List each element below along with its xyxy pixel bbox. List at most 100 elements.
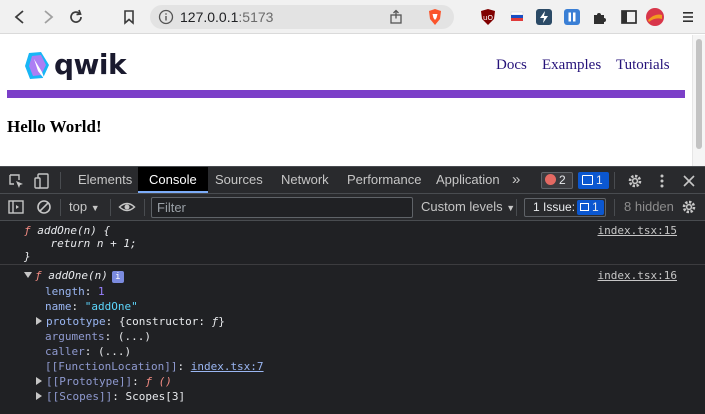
browser-toolbar: 127.0.0.1:5173 uO [0,0,705,34]
property-row[interactable]: name: "addOne" [45,299,138,314]
property-key: [[Scopes]] [46,390,113,403]
expand-triangle-icon[interactable] [24,272,32,278]
property-row[interactable]: arguments: (...) [45,329,151,344]
property-row[interactable]: caller: (...) [45,344,131,359]
url-host: 127.0.0.1 [180,9,239,25]
tab-sources[interactable]: Sources [204,167,274,193]
toolbar-divider [614,172,615,189]
menu-icon[interactable] [678,7,698,27]
forward-icon[interactable] [38,7,58,27]
clear-console-icon[interactable] [35,198,53,216]
toolbar-divider [60,172,61,189]
sidebar-toggle-icon[interactable] [619,7,639,27]
filter-field[interactable] [151,197,413,218]
profile-avatar-icon[interactable] [645,7,665,27]
property-row[interactable]: length: 1 [45,284,105,299]
logo-text[interactable]: qwik [54,48,127,81]
ublock-extension-icon[interactable]: uO [478,7,498,27]
inspect-element-icon[interactable] [7,172,25,190]
reload-icon[interactable] [66,7,86,27]
console-settings-gear-icon[interactable] [680,198,698,216]
url-text: 127.0.0.1:5173 [180,9,273,25]
settings-gear-icon[interactable] [626,172,644,190]
flag-extension-icon[interactable] [507,7,527,27]
address-bar[interactable]: 127.0.0.1:5173 [150,5,454,29]
more-options-icon[interactable] [653,172,671,190]
code-line: } [24,250,31,263]
site-info-icon[interactable] [158,9,174,25]
toolbar-divider [60,199,61,216]
tab-elements[interactable]: Elements [67,167,143,193]
error-count-badge[interactable]: 2 [541,172,573,189]
expand-triangle-icon[interactable] [36,317,42,325]
property-key: name [45,300,72,313]
header-divider [7,90,685,98]
property-value-open: {constructor: [118,315,212,328]
bolt-extension-icon[interactable] [534,7,554,27]
share-icon[interactable] [388,9,404,25]
issues-button[interactable]: 1 Issue: 1 [524,198,606,217]
property-row[interactable]: [[FunctionLocation]]: index.tsx:7 [45,359,264,374]
info-badge[interactable]: i [111,271,124,283]
nav-link-tutorials[interactable]: Tutorials [616,57,670,74]
nav-link-examples[interactable]: Examples [542,57,601,74]
qwik-logo-icon[interactable] [24,51,50,81]
back-icon[interactable] [10,7,30,27]
log-levels-dropdown[interactable]: Custom levels ▼ [421,199,515,214]
brave-shields-icon[interactable] [426,8,444,26]
issues-label: 1 Issue: [533,200,576,214]
tab-console[interactable]: Console [138,167,208,193]
function-location-link[interactable]: index.tsx:7 [191,360,264,373]
extensions-puzzle-icon[interactable] [590,7,610,27]
show-sidebar-icon[interactable] [7,198,25,216]
property-row[interactable]: [[Scopes]]: Scopes[3] [36,389,185,404]
function-keyword: ƒ [35,269,42,282]
tab-network[interactable]: Network [270,167,340,193]
tab-performance[interactable]: Performance [336,167,432,193]
property-value: ƒ () [145,375,172,388]
more-tabs-button[interactable]: » [512,167,520,193]
page-scrollbar[interactable] [692,35,705,166]
devtools-panel: Elements Console Sources Network Perform… [0,166,705,414]
scrollbar-thumb[interactable] [696,39,702,149]
expand-triangle-icon[interactable] [36,377,42,385]
property-key: prototype [46,315,106,328]
log-levels-label: Custom levels [421,199,503,214]
property-row[interactable]: [[Prototype]]: ƒ () [36,374,172,389]
source-link[interactable]: index.tsx:15 [598,224,677,237]
page-content: qwik Docs Examples Tutorials Hello World… [0,35,692,166]
property-value: Scopes[3] [125,390,186,403]
console-output: index.tsx:15 ƒ addOne(n) { return n + 1;… [0,221,705,414]
property-value-close: } [218,315,225,328]
pause-extension-icon[interactable] [562,7,582,27]
toolbar-divider [614,199,615,216]
message-count-badge[interactable]: 1 [578,172,609,189]
object-header[interactable]: ƒ addOne(n) i [24,268,124,283]
message-count: 1 [596,173,603,187]
chevron-down-icon: ▼ [506,203,516,213]
property-key: [[FunctionLocation]] [45,360,178,373]
live-expression-eye-icon[interactable] [118,198,136,216]
bookmark-icon[interactable] [119,7,139,27]
context-label: top [69,199,88,214]
property-key: length [45,285,85,298]
toolbar-divider [110,199,111,216]
property-value[interactable]: (...) [118,330,151,343]
close-devtools-icon[interactable] [680,172,698,190]
console-message[interactable]: index.tsx:15 ƒ addOne(n) { return n + 1;… [0,221,705,265]
source-link[interactable]: index.tsx:16 [598,269,677,282]
issues-count-chip: 1 [577,200,604,215]
device-toolbar-icon[interactable] [33,172,51,190]
console-message[interactable]: index.tsx:16 ƒ addOne(n) i length: 1 name… [0,266,705,414]
function-signature: addOne(n) [41,269,108,282]
property-row[interactable]: prototype: {constructor: ƒ} [36,314,225,329]
property-key: [[Prototype]] [46,375,133,388]
tab-application[interactable]: Application [425,167,511,193]
expand-triangle-icon[interactable] [36,392,42,400]
property-key: arguments [45,330,105,343]
hidden-count: 8 hidden [624,199,674,214]
nav-link-docs[interactable]: Docs [496,57,527,74]
property-value[interactable]: (...) [98,345,131,358]
context-selector[interactable]: top ▼ [69,199,100,214]
filter-input[interactable] [152,198,412,217]
